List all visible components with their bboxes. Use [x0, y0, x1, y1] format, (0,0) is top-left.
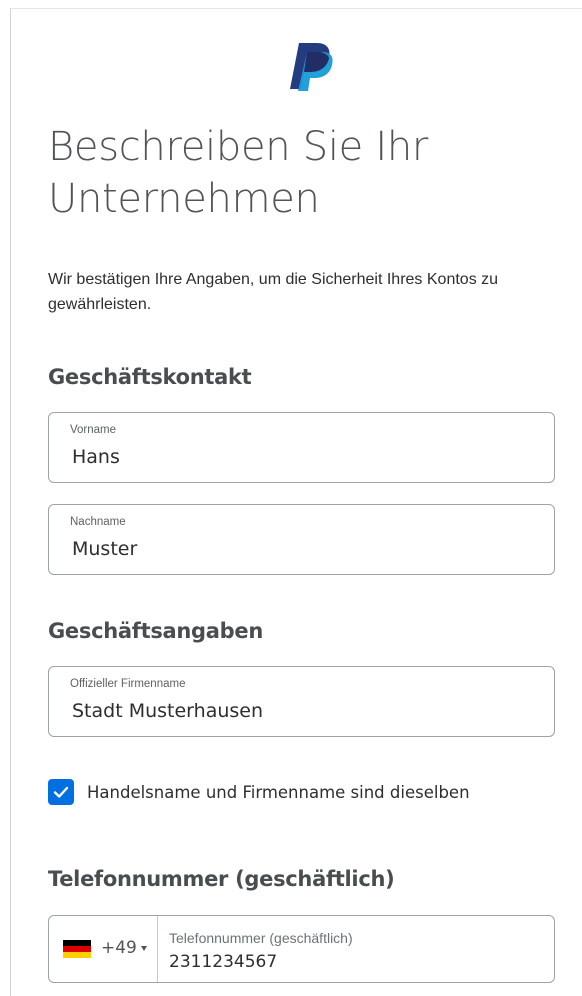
first-name-label: Vorname: [70, 424, 117, 436]
form-panel: Beschreiben Sie Ihr Unternehmen Wir best…: [10, 8, 582, 996]
same-name-checkbox-label: Handelsname und Firmenname sind dieselbe…: [87, 783, 470, 802]
last-name-input[interactable]: Muster: [72, 538, 137, 560]
dial-code: +49: [101, 938, 137, 958]
phone-label: Telefonnummer (geschäftlich): [169, 930, 353, 946]
first-name-field[interactable]: Vorname Hans: [48, 412, 555, 483]
last-name-field[interactable]: Nachname Muster: [48, 504, 555, 575]
page-title: Beschreiben Sie Ihr Unternehmen: [48, 124, 429, 222]
germany-flag-icon: [63, 940, 91, 958]
phone-input[interactable]: 2311234567: [169, 952, 277, 972]
same-name-checkbox[interactable]: [48, 779, 74, 805]
intro-text: Wir bestätigen Ihre Angaben, um die Sich…: [48, 271, 499, 313]
paypal-logo: [290, 43, 333, 91]
section-heading-contact: Geschäftskontakt: [48, 365, 252, 389]
section-heading-business: Geschäftsangaben: [48, 619, 263, 643]
checkmark-icon: [53, 786, 69, 798]
same-name-checkbox-row[interactable]: Handelsname und Firmenname sind dieselbe…: [48, 779, 548, 805]
last-name-label: Nachname: [70, 516, 126, 528]
phone-field[interactable]: +49 Telefonnummer (geschäftlich) 2311234…: [48, 915, 555, 983]
company-name-input[interactable]: Stadt Musterhausen: [72, 700, 263, 722]
chevron-down-icon: [141, 946, 147, 951]
company-name-field[interactable]: Offizieller Firmenname Stadt Musterhause…: [48, 666, 555, 737]
country-code-selector[interactable]: +49: [49, 916, 158, 982]
first-name-input[interactable]: Hans: [72, 446, 120, 468]
section-heading-phone: Telefonnummer (geschäftlich): [48, 867, 395, 891]
company-name-label: Offizieller Firmenname: [70, 678, 186, 690]
